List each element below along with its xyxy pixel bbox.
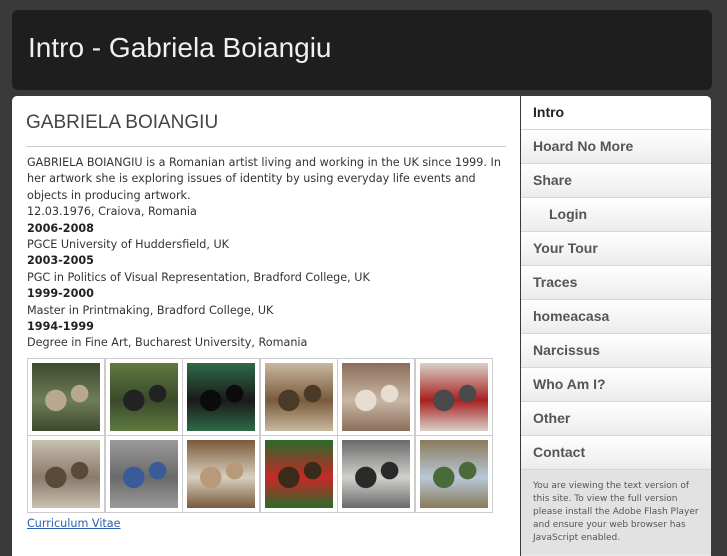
gallery-thumbnail[interactable]: [337, 358, 415, 436]
gallery-thumbnail[interactable]: [337, 435, 415, 513]
nav-item-narcissus[interactable]: Narcissus: [521, 334, 711, 368]
photo-image: [264, 440, 333, 508]
photo-image: [32, 440, 100, 508]
photo-image: [109, 440, 178, 508]
education-years-text: 1994-1999: [27, 320, 94, 334]
content-heading: GABRIELA BOIANGIU: [26, 112, 219, 133]
sidebar-nav: Intro Hoard No More Share Login Your Tour Tra…: [521, 96, 711, 556]
education-years-text: 1999-2000: [27, 287, 94, 301]
education-list: 2006-2008 PGCE University of Huddersfield…: [27, 221, 507, 352]
gallery-thumbnail[interactable]: [414, 435, 493, 513]
nav-item-traces[interactable]: Traces: [521, 266, 711, 300]
flash-notice: You are viewing the text version of this…: [521, 470, 711, 555]
photo-image: [419, 440, 488, 508]
education-years: 1999-2000: [27, 286, 507, 302]
photo-image: [32, 363, 100, 431]
nav-item-homeacasa[interactable]: homeacasa: [521, 300, 711, 334]
heading-divider: [26, 146, 506, 147]
nav-item-contact[interactable]: Contact: [521, 436, 711, 470]
nav-item-your-tour[interactable]: Your Tour: [521, 232, 711, 266]
page-title: Intro - Gabriela Boiangiu: [28, 32, 332, 63]
nav-item-hoard-no-more[interactable]: Hoard No More: [521, 130, 711, 164]
nav-item-who-am-i[interactable]: Who Am I?: [521, 368, 711, 402]
gallery-thumbnail[interactable]: [104, 358, 183, 436]
nav-item-login[interactable]: Login: [521, 198, 711, 232]
gallery-thumbnail[interactable]: [259, 358, 338, 436]
education-years: 2003-2005: [27, 253, 507, 269]
photo-image: [187, 440, 255, 508]
photo-image: [342, 363, 410, 431]
nav-item-intro[interactable]: Intro: [521, 96, 711, 130]
nav-item-other[interactable]: Other: [521, 402, 711, 436]
site-header: Intro - Gabriela Boiangiu: [12, 10, 712, 90]
curriculum-vitae-link[interactable]: Curriculum Vitae: [27, 517, 121, 530]
photo-image: [187, 363, 255, 431]
education-detail: PGCE University of Huddersfield, UK: [27, 238, 229, 252]
education-years: 1994-1999: [27, 319, 507, 335]
bio-intro: GABRIELA BOIANGIU is a Romanian artist l…: [27, 156, 501, 202]
bio-birth: 12.03.1976, Craiova, Romania: [27, 205, 197, 219]
education-years-text: 2003-2005: [27, 254, 94, 268]
photo-image: [109, 363, 178, 431]
education-detail: PGC in Politics of Visual Representation…: [27, 270, 370, 284]
main-content: GABRIELA BOIANGIU GABRIELA BOIANGIU is a…: [12, 96, 520, 556]
education-years-text: 2006-2008: [27, 221, 94, 235]
bio-text: GABRIELA BOIANGIU is a Romanian artist l…: [27, 155, 507, 352]
gallery-thumbnail[interactable]: [27, 435, 105, 513]
gallery-thumbnail[interactable]: [259, 435, 338, 513]
nav-item-share[interactable]: Share: [521, 164, 711, 198]
gallery-thumbnail[interactable]: [27, 358, 105, 436]
gallery-thumbnail[interactable]: [182, 358, 260, 436]
education-detail: Master in Printmaking, Bradford College,…: [27, 303, 274, 317]
photo-image: [264, 363, 333, 431]
photo-image: [342, 440, 410, 508]
gallery-thumbnail[interactable]: [414, 358, 493, 436]
education-years: 2006-2008: [27, 221, 507, 237]
education-detail: Degree in Fine Art, Bucharest University…: [27, 336, 308, 350]
gallery-thumbnail[interactable]: [182, 435, 260, 513]
photo-image: [419, 363, 488, 431]
gallery-thumbnail[interactable]: [104, 435, 183, 513]
nav-list: Intro Hoard No More Share Login Your Tour Tra…: [521, 96, 711, 470]
